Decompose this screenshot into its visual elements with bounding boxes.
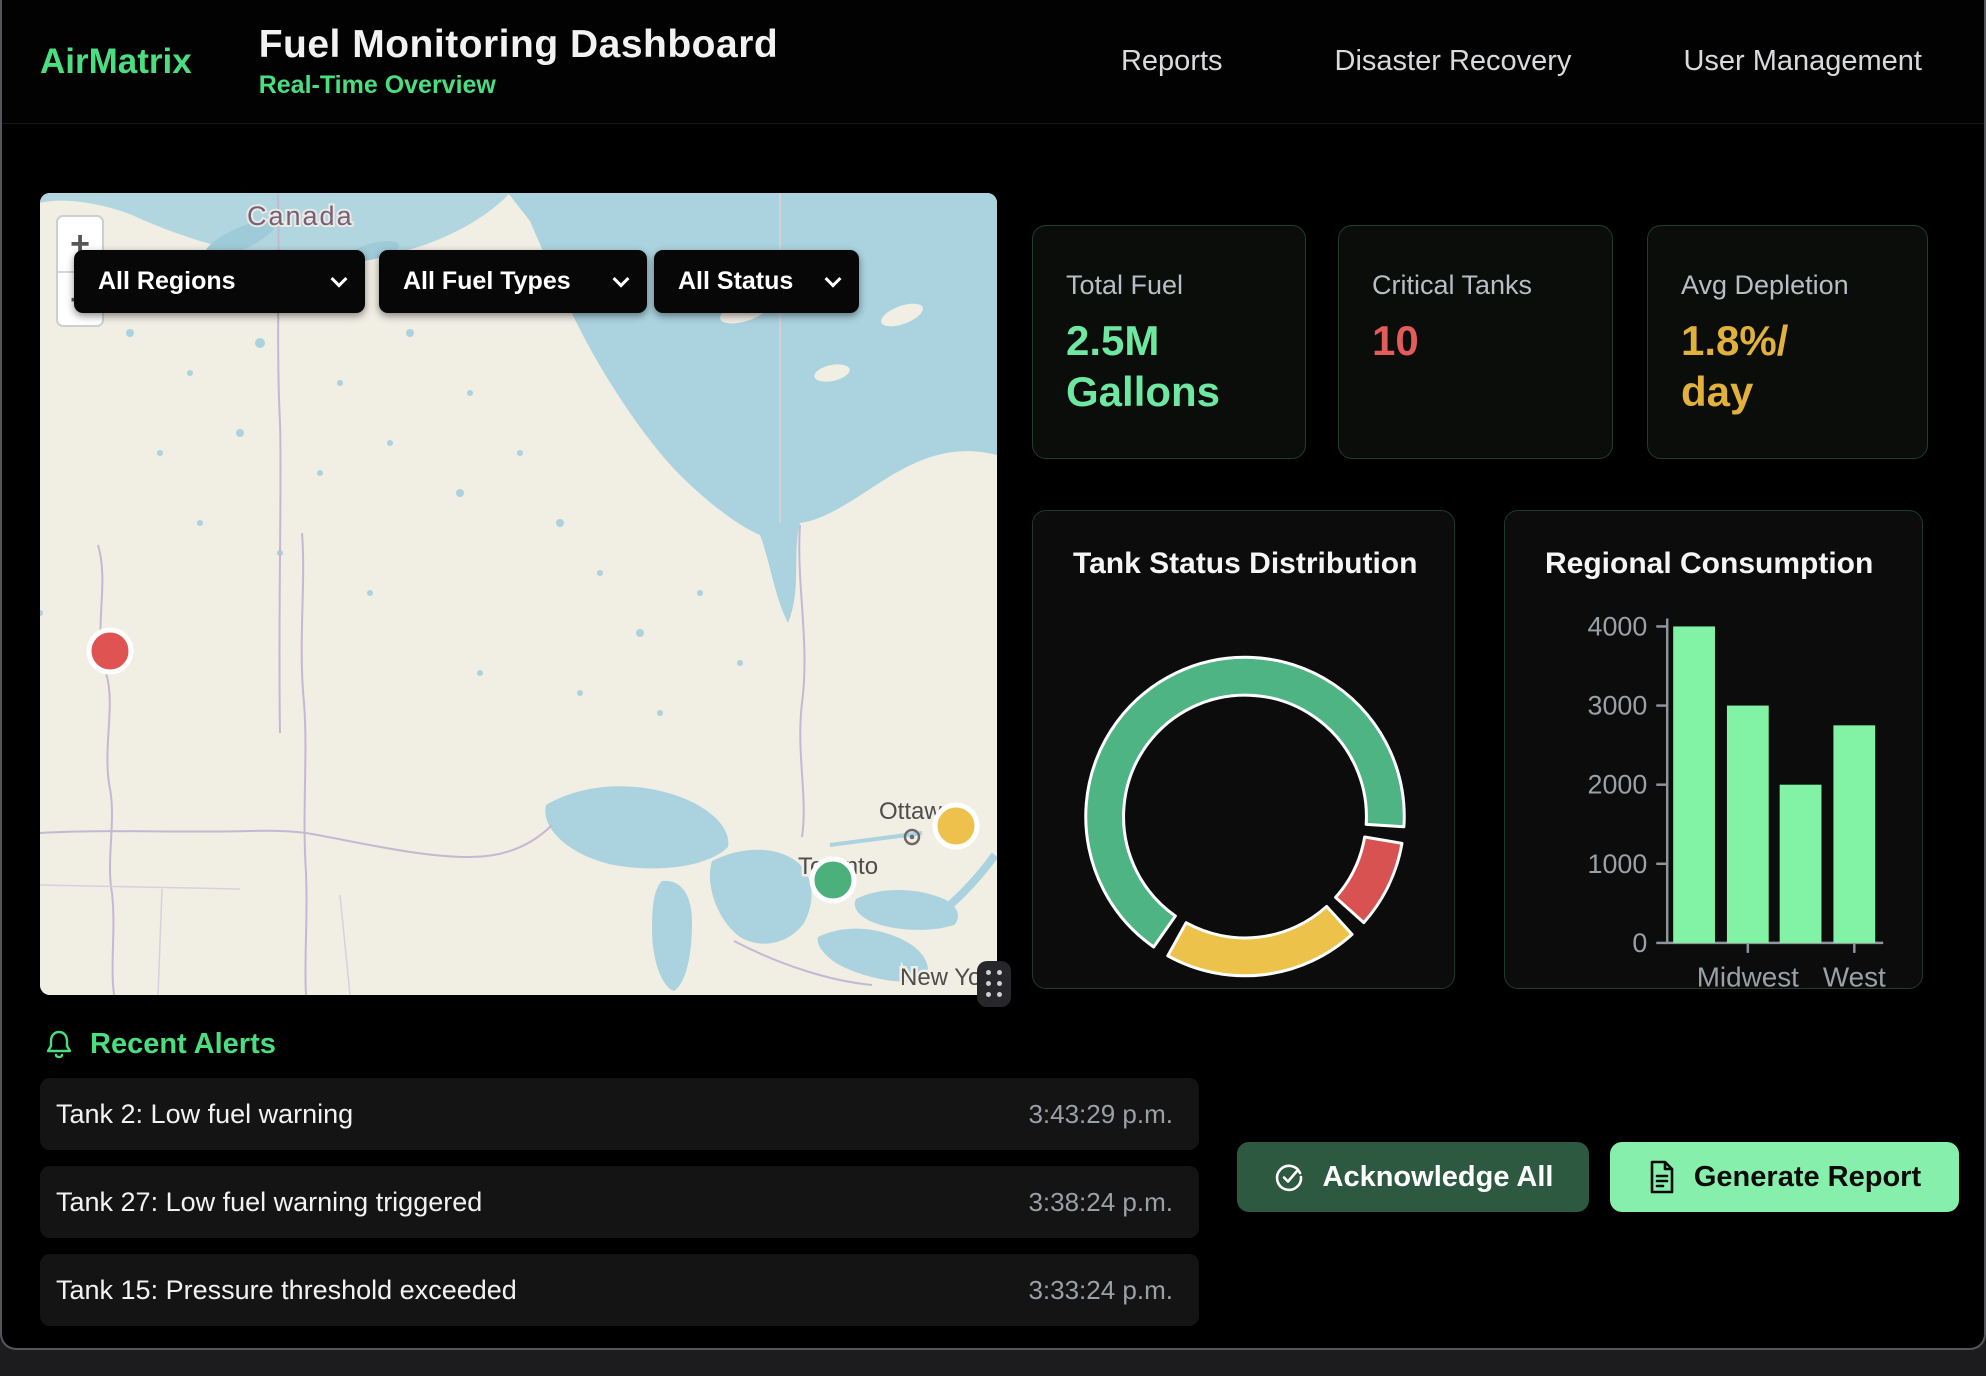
tank-marker-critical[interactable]	[89, 630, 131, 672]
svg-text:West: West	[1823, 962, 1886, 988]
bar-2	[1780, 785, 1822, 943]
recent-alerts-title: Recent Alerts	[90, 1028, 276, 1061]
chevron-down-icon	[331, 270, 348, 287]
stat-value: 1.8%/ day	[1681, 315, 1894, 417]
title-block: Fuel Monitoring Dashboard Real-Time Over…	[259, 23, 778, 100]
alert-row[interactable]: Tank 27: Low fuel warning triggered 3:38…	[40, 1166, 1199, 1238]
stat-label: Critical Tanks	[1372, 270, 1579, 301]
stat-value: 2.5M Gallons	[1066, 315, 1272, 417]
alert-message: Tank 15: Pressure threshold exceeded	[56, 1275, 517, 1306]
bar-3	[1833, 725, 1875, 943]
page-title: Fuel Monitoring Dashboard	[259, 23, 778, 67]
status-filter-value: All Status	[678, 267, 793, 296]
header: AirMatrix Fuel Monitoring Dashboard Real…	[2, 0, 1984, 124]
svg-text:3000: 3000	[1588, 691, 1648, 721]
nav-disaster-recovery[interactable]: Disaster Recovery	[1335, 45, 1572, 78]
alert-row[interactable]: Tank 2: Low fuel warning 3:43:29 p.m.	[40, 1078, 1199, 1150]
map-canvas: Canada Ottawa Toronto New York	[40, 193, 997, 995]
stat-label: Total Fuel	[1066, 270, 1272, 301]
svg-text:2000: 2000	[1588, 770, 1648, 800]
page-subtitle: Real-Time Overview	[259, 71, 778, 100]
stat-label: Avg Depletion	[1681, 270, 1894, 301]
report-document-icon	[1648, 1160, 1676, 1194]
acknowledge-all-button[interactable]: Acknowledge All	[1237, 1142, 1589, 1212]
app-logo: AirMatrix	[40, 42, 192, 82]
bell-icon	[44, 1029, 74, 1061]
dashboard-window: AirMatrix Fuel Monitoring Dashboard Real…	[0, 0, 1986, 1350]
main-nav: Reports Disaster Recovery User Managemen…	[1121, 45, 1922, 78]
alert-time: 3:33:24 p.m.	[1028, 1275, 1173, 1306]
alert-message: Tank 27: Low fuel warning triggered	[56, 1187, 482, 1218]
stat-card-total-fuel: Total Fuel 2.5M Gallons	[1032, 225, 1306, 459]
regional-consumption-panel: Regional Consumption 01000200030004000Mi…	[1504, 510, 1923, 989]
donut-segment-critical	[1336, 837, 1402, 923]
region-filter-dropdown[interactable]: All Regions	[74, 250, 365, 313]
alert-message: Tank 2: Low fuel warning	[56, 1099, 353, 1130]
alert-time: 3:43:29 p.m.	[1028, 1099, 1173, 1130]
alert-time: 3:38:24 p.m.	[1028, 1187, 1173, 1218]
stat-card-critical-tanks: Critical Tanks 10	[1338, 225, 1613, 459]
tank-status-panel: Tank Status Distribution	[1032, 510, 1455, 989]
nav-user-management[interactable]: User Management	[1683, 45, 1922, 78]
chevron-down-icon	[613, 270, 630, 287]
svg-text:1000: 1000	[1588, 849, 1648, 879]
recent-alerts-header: Recent Alerts	[44, 1028, 276, 1061]
bar-1	[1727, 706, 1769, 943]
check-circle-icon	[1273, 1161, 1305, 1193]
stat-card-avg-depletion: Avg Depletion 1.8%/ day	[1647, 225, 1928, 459]
generate-report-label: Generate Report	[1694, 1161, 1921, 1194]
tank-status-donut-chart	[1033, 511, 1454, 988]
svg-text:Midwest: Midwest	[1697, 962, 1799, 988]
svg-text:0: 0	[1632, 928, 1647, 958]
chevron-down-icon	[825, 270, 842, 287]
donut-segment-warning	[1168, 906, 1352, 975]
fuel-type-filter-dropdown[interactable]: All Fuel Types	[379, 250, 647, 313]
fuel-type-filter-value: All Fuel Types	[403, 267, 571, 296]
regional-consumption-bar-chart: 0 1000 2000 3000 4000 Midwest West	[1505, 511, 1922, 988]
acknowledge-all-label: Acknowledge All	[1323, 1161, 1554, 1194]
map-label-canada: Canada	[247, 201, 354, 231]
page: AirMatrix Fuel Monitoring Dashboard Real…	[0, 0, 1986, 1376]
map-container: Canada Ottawa Toronto New York + − Al	[40, 193, 997, 995]
tank-marker-warning[interactable]	[935, 805, 977, 847]
status-filter-dropdown[interactable]: All Status	[654, 250, 859, 313]
map[interactable]: Canada Ottawa Toronto New York + − Al	[40, 193, 997, 995]
stat-value: 10	[1372, 315, 1579, 366]
bar-0	[1673, 626, 1715, 942]
svg-text:4000: 4000	[1588, 611, 1648, 641]
map-resize-handle[interactable]	[977, 961, 1011, 1007]
region-filter-value: All Regions	[98, 267, 236, 296]
nav-reports[interactable]: Reports	[1121, 45, 1223, 78]
generate-report-button[interactable]: Generate Report	[1610, 1142, 1959, 1212]
tank-marker-normal[interactable]	[812, 859, 854, 901]
alert-row[interactable]: Tank 15: Pressure threshold exceeded 3:3…	[40, 1254, 1199, 1326]
